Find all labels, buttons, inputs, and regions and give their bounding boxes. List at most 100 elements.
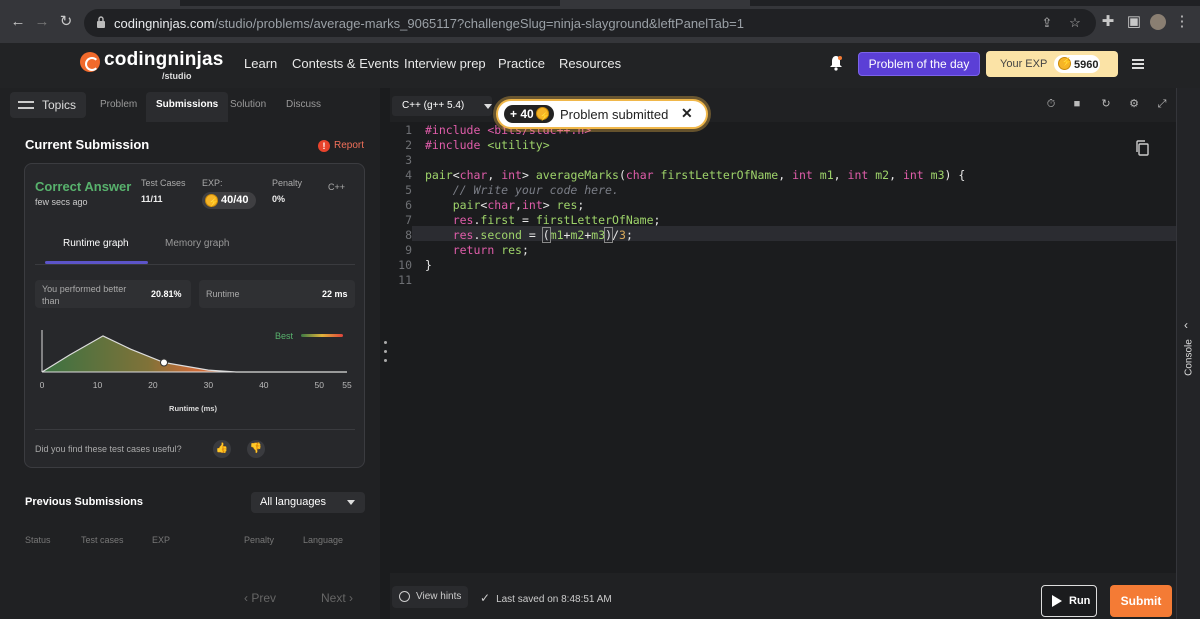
bell-icon[interactable] — [829, 55, 843, 71]
chevron-down-icon — [347, 500, 355, 505]
header-test-cases: Test cases — [81, 535, 124, 545]
close-icon[interactable]: ✕ — [681, 105, 693, 122]
settings-icon[interactable]: ⚙ — [1128, 98, 1140, 110]
browser-tab[interactable] — [560, 0, 750, 6]
performance-box: You performed better than 20.81% — [35, 280, 191, 308]
tab-discuss[interactable]: Discuss — [286, 92, 321, 122]
tab-solution[interactable]: Solution — [230, 92, 266, 122]
back-icon[interactable]: ← — [10, 14, 26, 30]
save-icon[interactable]: ■ — [1071, 98, 1083, 110]
language-filter-select[interactable]: All languages — [251, 492, 365, 513]
site-header: codingninjas /studio Learn Contests & Ev… — [0, 43, 1200, 88]
nav-resources[interactable]: Resources — [559, 56, 621, 71]
your-runtime-marker — [160, 358, 168, 367]
nav-practice[interactable]: Practice — [498, 56, 545, 71]
thumbs-down-icon[interactable]: 👎 — [247, 440, 265, 458]
penalty-label: Penalty — [272, 178, 303, 188]
toast-message: Problem submitted — [560, 107, 669, 122]
x-tick-label: 50 — [315, 380, 325, 390]
exp-label: EXP: — [202, 178, 223, 188]
tab-problem[interactable]: Problem — [100, 92, 137, 122]
copy-icon[interactable] — [1135, 140, 1149, 156]
timer-icon[interactable]: ⏱ — [1045, 98, 1057, 110]
browser-tab[interactable] — [0, 0, 180, 6]
runtime-label: Runtime — [206, 289, 240, 299]
header-exp: EXP — [152, 535, 171, 545]
line-number: 5 — [405, 183, 412, 197]
tab-memory-graph[interactable]: Memory graph — [165, 238, 229, 249]
header-language: Language — [303, 535, 344, 545]
reload-icon[interactable]: ↻ — [58, 14, 74, 30]
your-exp-badge[interactable]: Your EXP 5960 — [986, 51, 1118, 77]
line-number: 10 — [398, 258, 412, 272]
nav-contests[interactable]: Contests & Events — [292, 56, 399, 71]
chevron-down-icon — [484, 104, 492, 109]
language-value: C++ (g++ 5.4) — [402, 100, 465, 111]
hamburger-icon[interactable] — [1132, 59, 1144, 69]
submit-button[interactable]: Submit — [1110, 585, 1172, 617]
next-page-button[interactable]: Next › — [321, 591, 353, 605]
code-line: pair<char,int> res; — [452, 198, 585, 212]
x-tick-label: 55 — [342, 380, 352, 390]
code-area[interactable]: 1 2 3 4 5 6 7 8 9 10 11 #include <bits/s… — [390, 122, 1176, 572]
previous-submissions-title: Previous Submissions — [25, 496, 143, 508]
logo-mark — [80, 52, 100, 72]
legend-best-label: Best — [275, 331, 294, 341]
prev-page-button[interactable]: ‹ Prev — [244, 591, 276, 605]
language-label: C++ — [328, 182, 346, 192]
performed-label: You performed better than — [42, 284, 127, 306]
line-number: 4 — [405, 168, 412, 182]
coin-icon — [536, 107, 550, 125]
last-saved-status: ✓ Last saved on 8:48:51 AM — [480, 591, 612, 605]
view-hints-button[interactable]: View hints — [392, 586, 468, 608]
topics-button[interactable]: Topics — [10, 92, 86, 118]
console-label: Console — [1183, 339, 1195, 376]
editor-footer: View hints ✓ Last saved on 8:48:51 AM Run… — [390, 573, 1176, 619]
runtime-box: Runtime 22 ms — [199, 280, 355, 308]
nav-learn[interactable]: Learn — [244, 56, 277, 71]
tab-runtime-graph[interactable]: Runtime graph — [63, 238, 129, 249]
header-penalty: Penalty — [244, 535, 275, 545]
tab-submissions[interactable]: Submissions — [146, 92, 229, 122]
run-button[interactable]: Run — [1041, 585, 1097, 617]
code-line: #include <utility> — [425, 138, 550, 152]
exp-value: 40/40 — [221, 194, 249, 206]
star-icon[interactable]: ☆ — [1067, 15, 1083, 31]
problem-submitted-toast: + 40 Problem submitted ✕ — [496, 99, 708, 129]
fullscreen-icon[interactable]: ⤢ — [1156, 98, 1168, 110]
legend-best-swatch — [301, 334, 343, 337]
penalty-value: 0% — [272, 194, 286, 204]
panel-resizer[interactable] — [380, 88, 390, 619]
thumbs-up-icon[interactable]: 👍 — [213, 440, 231, 458]
topics-icon — [18, 101, 34, 109]
lock-icon — [97, 16, 105, 28]
hints-label: View hints — [416, 591, 462, 602]
browser-chrome: ← → ↻ codingninjas.com/studio/problems/a… — [0, 0, 1200, 43]
problem-of-the-day-button[interactable]: Problem of the day — [858, 52, 980, 76]
reset-icon[interactable]: ↻ — [1100, 98, 1112, 110]
address-bar[interactable]: codingninjas.com/studio/problems/average… — [84, 9, 1096, 37]
share-icon[interactable]: ⇪ — [1039, 15, 1055, 31]
report-button[interactable]: ! Report — [318, 140, 364, 152]
exp-label: Your EXP — [1000, 58, 1048, 70]
code-line: res.first = firstLetterOfName; — [452, 213, 661, 227]
tab-strip — [0, 0, 1200, 6]
topics-label: Topics — [42, 98, 77, 112]
forward-icon[interactable]: → — [34, 14, 50, 30]
performed-value: 20.81% — [151, 289, 182, 299]
nav-interview-prep[interactable]: Interview prep — [404, 56, 486, 71]
console-toggle[interactable]: ‹ Console — [1176, 88, 1200, 619]
submission-card: Correct Answer few secs ago Test Cases 1… — [24, 163, 365, 468]
status-text: Correct Answer — [35, 179, 132, 194]
line-number: 9 — [405, 243, 412, 257]
profile-avatar[interactable] — [1150, 14, 1166, 30]
language-select[interactable]: C++ (g++ 5.4) — [392, 96, 492, 116]
exp-gain-value: + 40 — [510, 107, 534, 121]
code-line: } — [425, 258, 432, 272]
exp-value: 5960 — [1074, 59, 1099, 71]
sidepanel-icon[interactable]: ▣ — [1126, 14, 1142, 30]
last-saved-text: Last saved on 8:48:51 AM — [496, 594, 612, 605]
menu-dots-icon[interactable]: ⋮ — [1174, 14, 1190, 30]
extensions-icon[interactable]: ✚ — [1100, 14, 1116, 30]
coin-icon — [1058, 57, 1072, 70]
